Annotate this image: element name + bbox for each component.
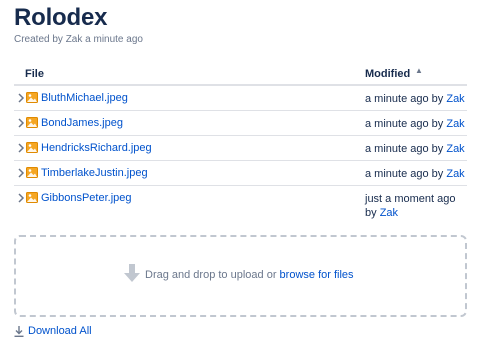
file-name-link[interactable]: BondJames.jpeg — [41, 117, 123, 129]
modified-cell: a minute ago by Zak — [365, 117, 465, 131]
sort-ascending-icon[interactable]: ▲ — [415, 66, 423, 75]
upload-dropzone[interactable]: Drag and drop to upload or browse for fi… — [14, 235, 467, 317]
dropzone-text-wrap: Drag and drop to upload or browse for fi… — [145, 269, 354, 281]
chevron-right-icon[interactable] — [17, 117, 25, 129]
chevron-right-icon[interactable] — [17, 167, 25, 179]
modified-cell: a minute ago by Zak — [365, 167, 465, 181]
table-row[interactable]: HendricksRichard.jpeg a minute ago by Za… — [14, 136, 467, 161]
page-title: Rolodex — [14, 4, 108, 31]
modified-text: a minute ago by — [365, 118, 444, 130]
column-header-modified[interactable]: Modified — [365, 68, 410, 80]
modified-cell: just a moment ago by Zak — [365, 192, 465, 220]
table-row[interactable]: BondJames.jpeg a minute ago by Zak — [14, 111, 467, 136]
modified-text: just a moment ago by — [365, 193, 456, 219]
table-row[interactable]: BluthMichael.jpeg a minute ago by Zak — [14, 86, 467, 111]
user-link[interactable]: Zak — [446, 143, 464, 155]
image-file-icon — [26, 92, 38, 103]
chevron-right-icon[interactable] — [17, 192, 25, 204]
upload-arrow-icon — [124, 264, 140, 282]
image-file-icon — [26, 167, 38, 178]
modified-cell: a minute ago by Zak — [365, 92, 465, 106]
page-byline: Created by Zak a minute ago — [14, 34, 143, 45]
file-name-link[interactable]: GibbonsPeter.jpeg — [41, 192, 132, 204]
table-row[interactable]: GibbonsPeter.jpeg just a moment ago by Z… — [14, 186, 467, 222]
image-file-icon — [26, 192, 38, 203]
file-name-link[interactable]: TimberlakeJustin.jpeg — [41, 167, 148, 179]
file-name-link[interactable]: BluthMichael.jpeg — [41, 92, 128, 104]
download-icon — [14, 326, 24, 337]
user-link[interactable]: Zak — [446, 118, 464, 130]
image-file-icon — [26, 117, 38, 128]
table-row[interactable]: TimberlakeJustin.jpeg a minute ago by Za… — [14, 161, 467, 186]
attachments-table: File Modified ▲ BluthMichael.jpeg a minu… — [14, 62, 467, 222]
user-link[interactable]: Zak — [446, 168, 464, 180]
browse-files-link[interactable]: browse for files — [280, 269, 354, 281]
chevron-right-icon[interactable] — [17, 92, 25, 104]
download-all-label[interactable]: Download All — [28, 325, 92, 337]
dropzone-text: Drag and drop to upload or — [145, 269, 277, 281]
modified-text: a minute ago by — [365, 168, 444, 180]
column-header-file[interactable]: File — [25, 68, 44, 80]
modified-cell: a minute ago by Zak — [365, 142, 465, 156]
modified-text: a minute ago by — [365, 93, 444, 105]
image-file-icon — [26, 142, 38, 153]
file-name-link[interactable]: HendricksRichard.jpeg — [41, 142, 152, 154]
chevron-right-icon[interactable] — [17, 142, 25, 154]
table-header: File Modified ▲ — [14, 62, 467, 86]
user-link[interactable]: Zak — [446, 93, 464, 105]
modified-text: a minute ago by — [365, 143, 444, 155]
user-link[interactable]: Zak — [380, 207, 398, 219]
